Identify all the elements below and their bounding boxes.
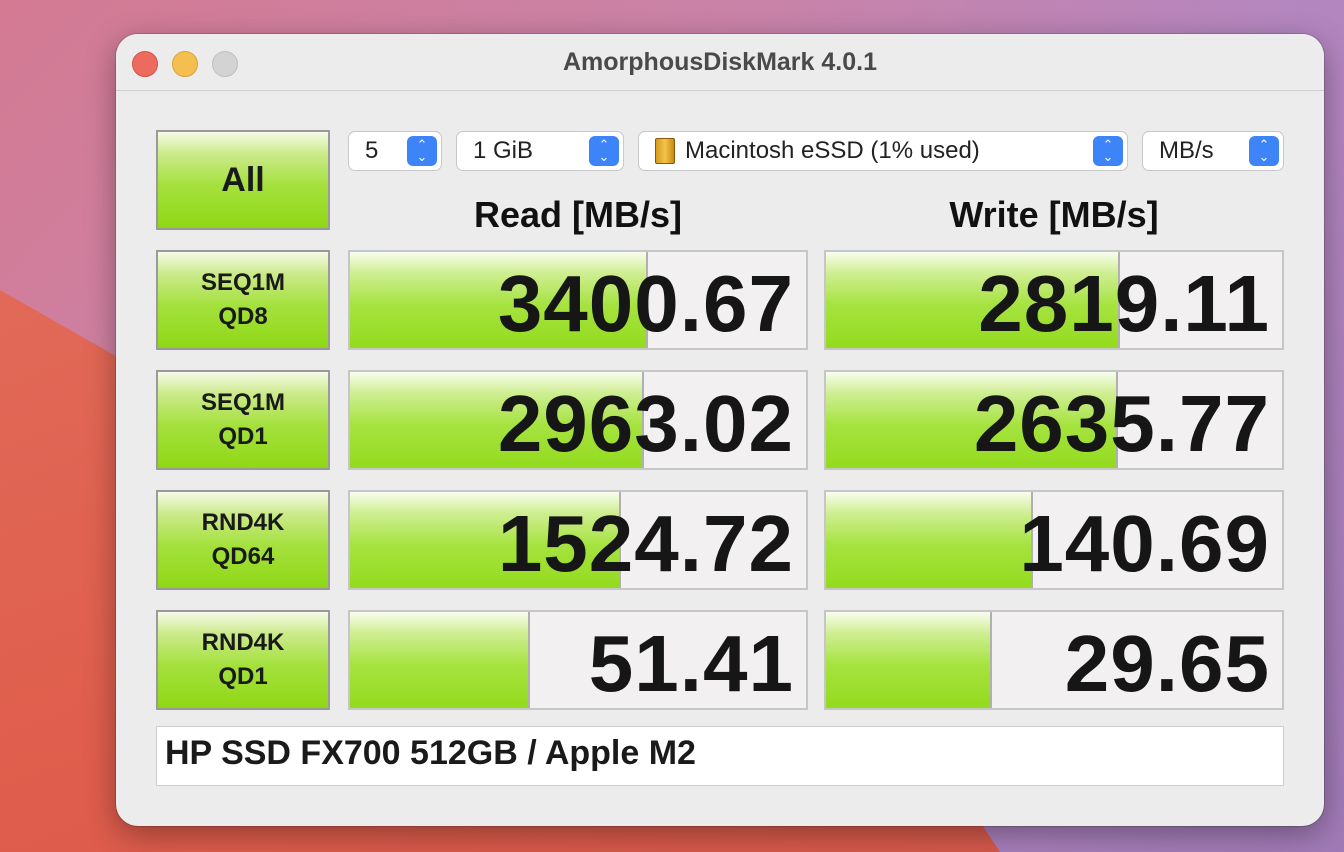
write-header: Write [MB/s] xyxy=(949,194,1159,235)
result-value: 2635.77 xyxy=(973,379,1270,468)
app-window: AmorphousDiskMark 4.0.1 All 5 ⌃ ⌄ 1 GiB ⌃… xyxy=(116,34,1324,826)
write-result-seq1m-qd8: 2819.11 xyxy=(824,250,1284,350)
result-bar xyxy=(826,612,993,708)
result-value: 29.65 xyxy=(1064,619,1270,708)
read-result-rnd4k-qd64: 1524.72 xyxy=(348,490,808,590)
result-bar xyxy=(826,492,1034,588)
drive-select[interactable]: Macintosh eSSD (1% used) ⌃ ⌄ xyxy=(638,131,1128,171)
test-line1: SEQ1M xyxy=(200,269,286,296)
result-bar xyxy=(350,612,530,708)
size-value: 1 GiB xyxy=(473,137,534,164)
read-result-rnd4k-qd1: 51.41 xyxy=(348,610,808,710)
chevron-updown-icon: ⌃ ⌄ xyxy=(589,136,619,166)
count-select[interactable]: 5 ⌃ ⌄ xyxy=(348,131,442,171)
all-button[interactable]: All xyxy=(156,130,330,230)
test-line1: RND4K xyxy=(201,629,285,656)
write-result-seq1m-qd1: 2635.77 xyxy=(824,370,1284,470)
test-line2: QD64 xyxy=(211,543,275,570)
result-value: 2819.11 xyxy=(978,259,1270,348)
chevron-updown-icon: ⌃ ⌄ xyxy=(407,136,437,166)
test-line1: RND4K xyxy=(201,509,285,536)
unit-value: MB/s xyxy=(1159,137,1214,164)
result-value: 140.69 xyxy=(1019,499,1270,588)
result-value: 51.41 xyxy=(588,619,794,708)
chevron-updown-icon: ⌃ ⌄ xyxy=(1249,136,1279,166)
comment-field[interactable]: HP SSD FX700 512GB / Apple M2 xyxy=(156,726,1284,786)
write-result-rnd4k-qd64: 140.69 xyxy=(824,490,1284,590)
chevron-updown-icon: ⌃ ⌄ xyxy=(1093,136,1123,166)
read-result-seq1m-qd1: 2963.02 xyxy=(348,370,808,470)
count-value: 5 xyxy=(365,137,379,164)
test-button-rnd4k-qd1[interactable]: RND4K QD1 xyxy=(156,610,330,710)
title-bar: AmorphousDiskMark 4.0.1 xyxy=(116,34,1324,91)
window-title: AmorphousDiskMark 4.0.1 xyxy=(563,48,877,76)
write-result-rnd4k-qd1: 29.65 xyxy=(824,610,1284,710)
external-drive-icon xyxy=(655,138,675,164)
result-value: 2963.02 xyxy=(497,379,794,468)
test-button-rnd4k-qd64[interactable]: RND4K QD64 xyxy=(156,490,330,590)
test-line2: QD1 xyxy=(218,663,268,690)
result-value: 3400.67 xyxy=(497,259,794,348)
read-result-seq1m-qd8: 3400.67 xyxy=(348,250,808,350)
drive-value: Macintosh eSSD (1% used) xyxy=(685,137,980,164)
test-line2: QD1 xyxy=(218,423,268,450)
test-button-seq1m-qd8[interactable]: SEQ1M QD8 xyxy=(156,250,330,350)
test-line2: QD8 xyxy=(218,303,268,330)
test-line1: SEQ1M xyxy=(200,389,286,416)
test-button-seq1m-qd1[interactable]: SEQ1M QD1 xyxy=(156,370,330,470)
unit-select[interactable]: MB/s ⌃ ⌄ xyxy=(1142,131,1284,171)
size-select[interactable]: 1 GiB ⌃ ⌄ xyxy=(456,131,624,171)
read-header: Read [MB/s] xyxy=(473,194,683,235)
result-value: 1524.72 xyxy=(497,499,794,588)
